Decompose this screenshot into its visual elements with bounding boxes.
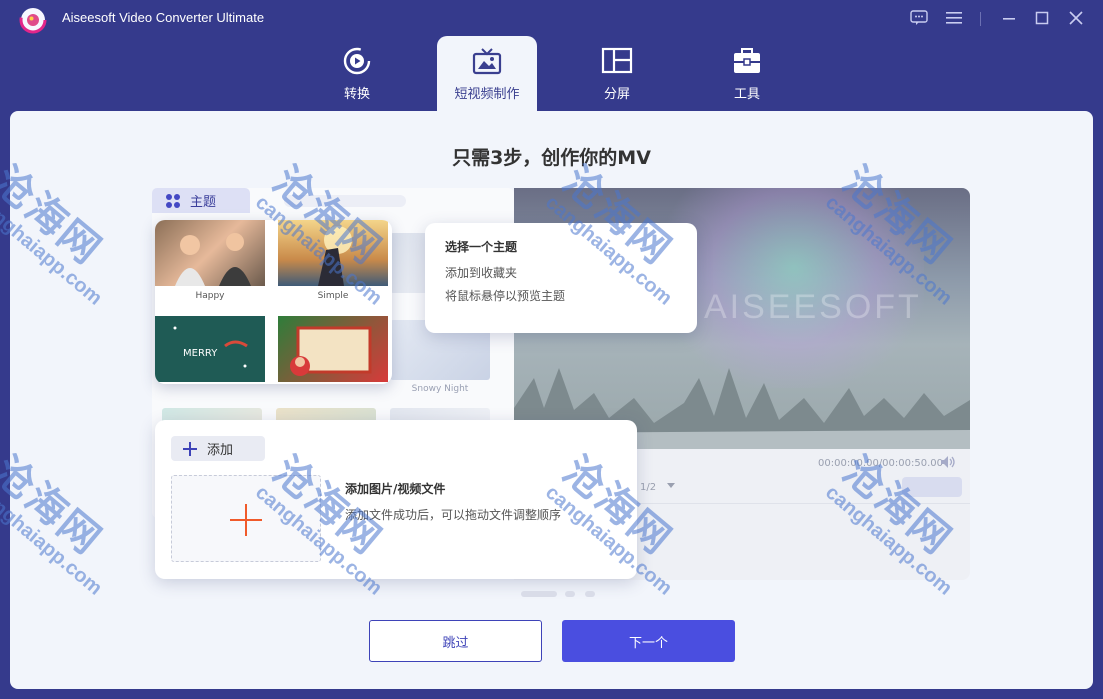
chevron-down-icon[interactable] [666,480,676,490]
theme-label: Happy [195,291,225,301]
app-logo-icon [19,6,47,34]
title-bar: Aiseesoft Video Converter Ultimate 转换 短视… [0,0,1103,112]
tab-label: 工具 [733,87,760,102]
tab-convert[interactable]: 转换 [307,36,407,112]
theme-grid-icon [166,193,180,208]
next-button[interactable]: 下一个 [562,620,735,662]
svg-text:MERRY: MERRY [183,348,218,359]
pager-dot-active[interactable] [521,591,557,597]
app-title: Aiseesoft Video Converter Ultimate [62,10,265,25]
theme-label: Snowy Night [411,384,469,394]
time-readout: 00:00:00.00/00:00:50.00 [818,458,943,469]
control-separator [980,12,981,26]
add-button-label: 添加 [207,443,234,458]
tab-mv[interactable]: 短视频制作 [437,36,537,112]
minimize-icon[interactable] [997,6,1021,30]
add-media-card: 添加 添加图片/视频文件 添加文件成功后，可以拖动文件调整顺序 [155,420,637,579]
preview-watermark: AISEESOFT [704,288,922,326]
media-drop-zone[interactable] [171,475,321,562]
tab-collage[interactable]: 分屏 [567,36,667,112]
theme-thumb-happy[interactable] [155,220,265,286]
maximize-icon[interactable] [1030,6,1054,30]
theme-search-bar[interactable] [284,195,406,207]
collage-icon [600,44,634,78]
theme-tooltip: 选择一个主题 添加到收藏夹 将鼠标悬停以预览主题 [425,223,697,333]
tab-label: 分屏 [603,87,630,102]
skip-button[interactable]: 跳过 [369,620,542,662]
preview-settings-button[interactable] [902,477,962,497]
tab-toolbox[interactable]: 工具 [697,36,797,112]
theme-label: Simple [317,291,349,301]
theme-thumb-simple[interactable] [278,220,388,286]
add-plus-icon [230,504,262,536]
tab-label: 短视频制作 [454,87,520,102]
theme-thumb-santa-claus[interactable] [278,316,388,382]
add-description: 添加文件成功后，可以拖动文件调整顺序 [345,508,562,522]
tooltip-title: 选择一个主题 [445,240,518,254]
tooltip-line: 将鼠标悬停以预览主题 [445,289,566,303]
pager-dot[interactable] [565,591,575,597]
toolbox-icon [730,44,764,78]
add-button[interactable]: 添加 [171,436,265,461]
feedback-icon[interactable] [907,6,931,30]
menu-icon[interactable] [942,6,966,30]
convert-icon [340,44,374,78]
theme-card-highlight: Happy Simple MERRY [155,220,392,384]
page-title: 只需3步，创作你的MV [452,147,651,169]
pager-dot[interactable] [585,591,595,597]
close-icon[interactable] [1064,6,1088,30]
mv-icon [470,44,504,78]
theme-tab-label: 主题 [190,195,217,210]
theme-thumb-merry-christmas[interactable]: MERRY [155,316,265,382]
tab-label: 转换 [343,87,370,102]
volume-icon[interactable] [940,455,956,469]
plus-icon [183,441,197,456]
add-title: 添加图片/视频文件 [345,482,446,496]
theme-tab[interactable]: 主题 [152,188,250,213]
tooltip-line: 添加到收藏夹 [445,266,518,280]
main-panel: 只需3步，创作你的MV 主题 Snowy Night AISEESOFT 00:… [10,111,1093,689]
page-indicator: 1/2 [640,482,657,493]
